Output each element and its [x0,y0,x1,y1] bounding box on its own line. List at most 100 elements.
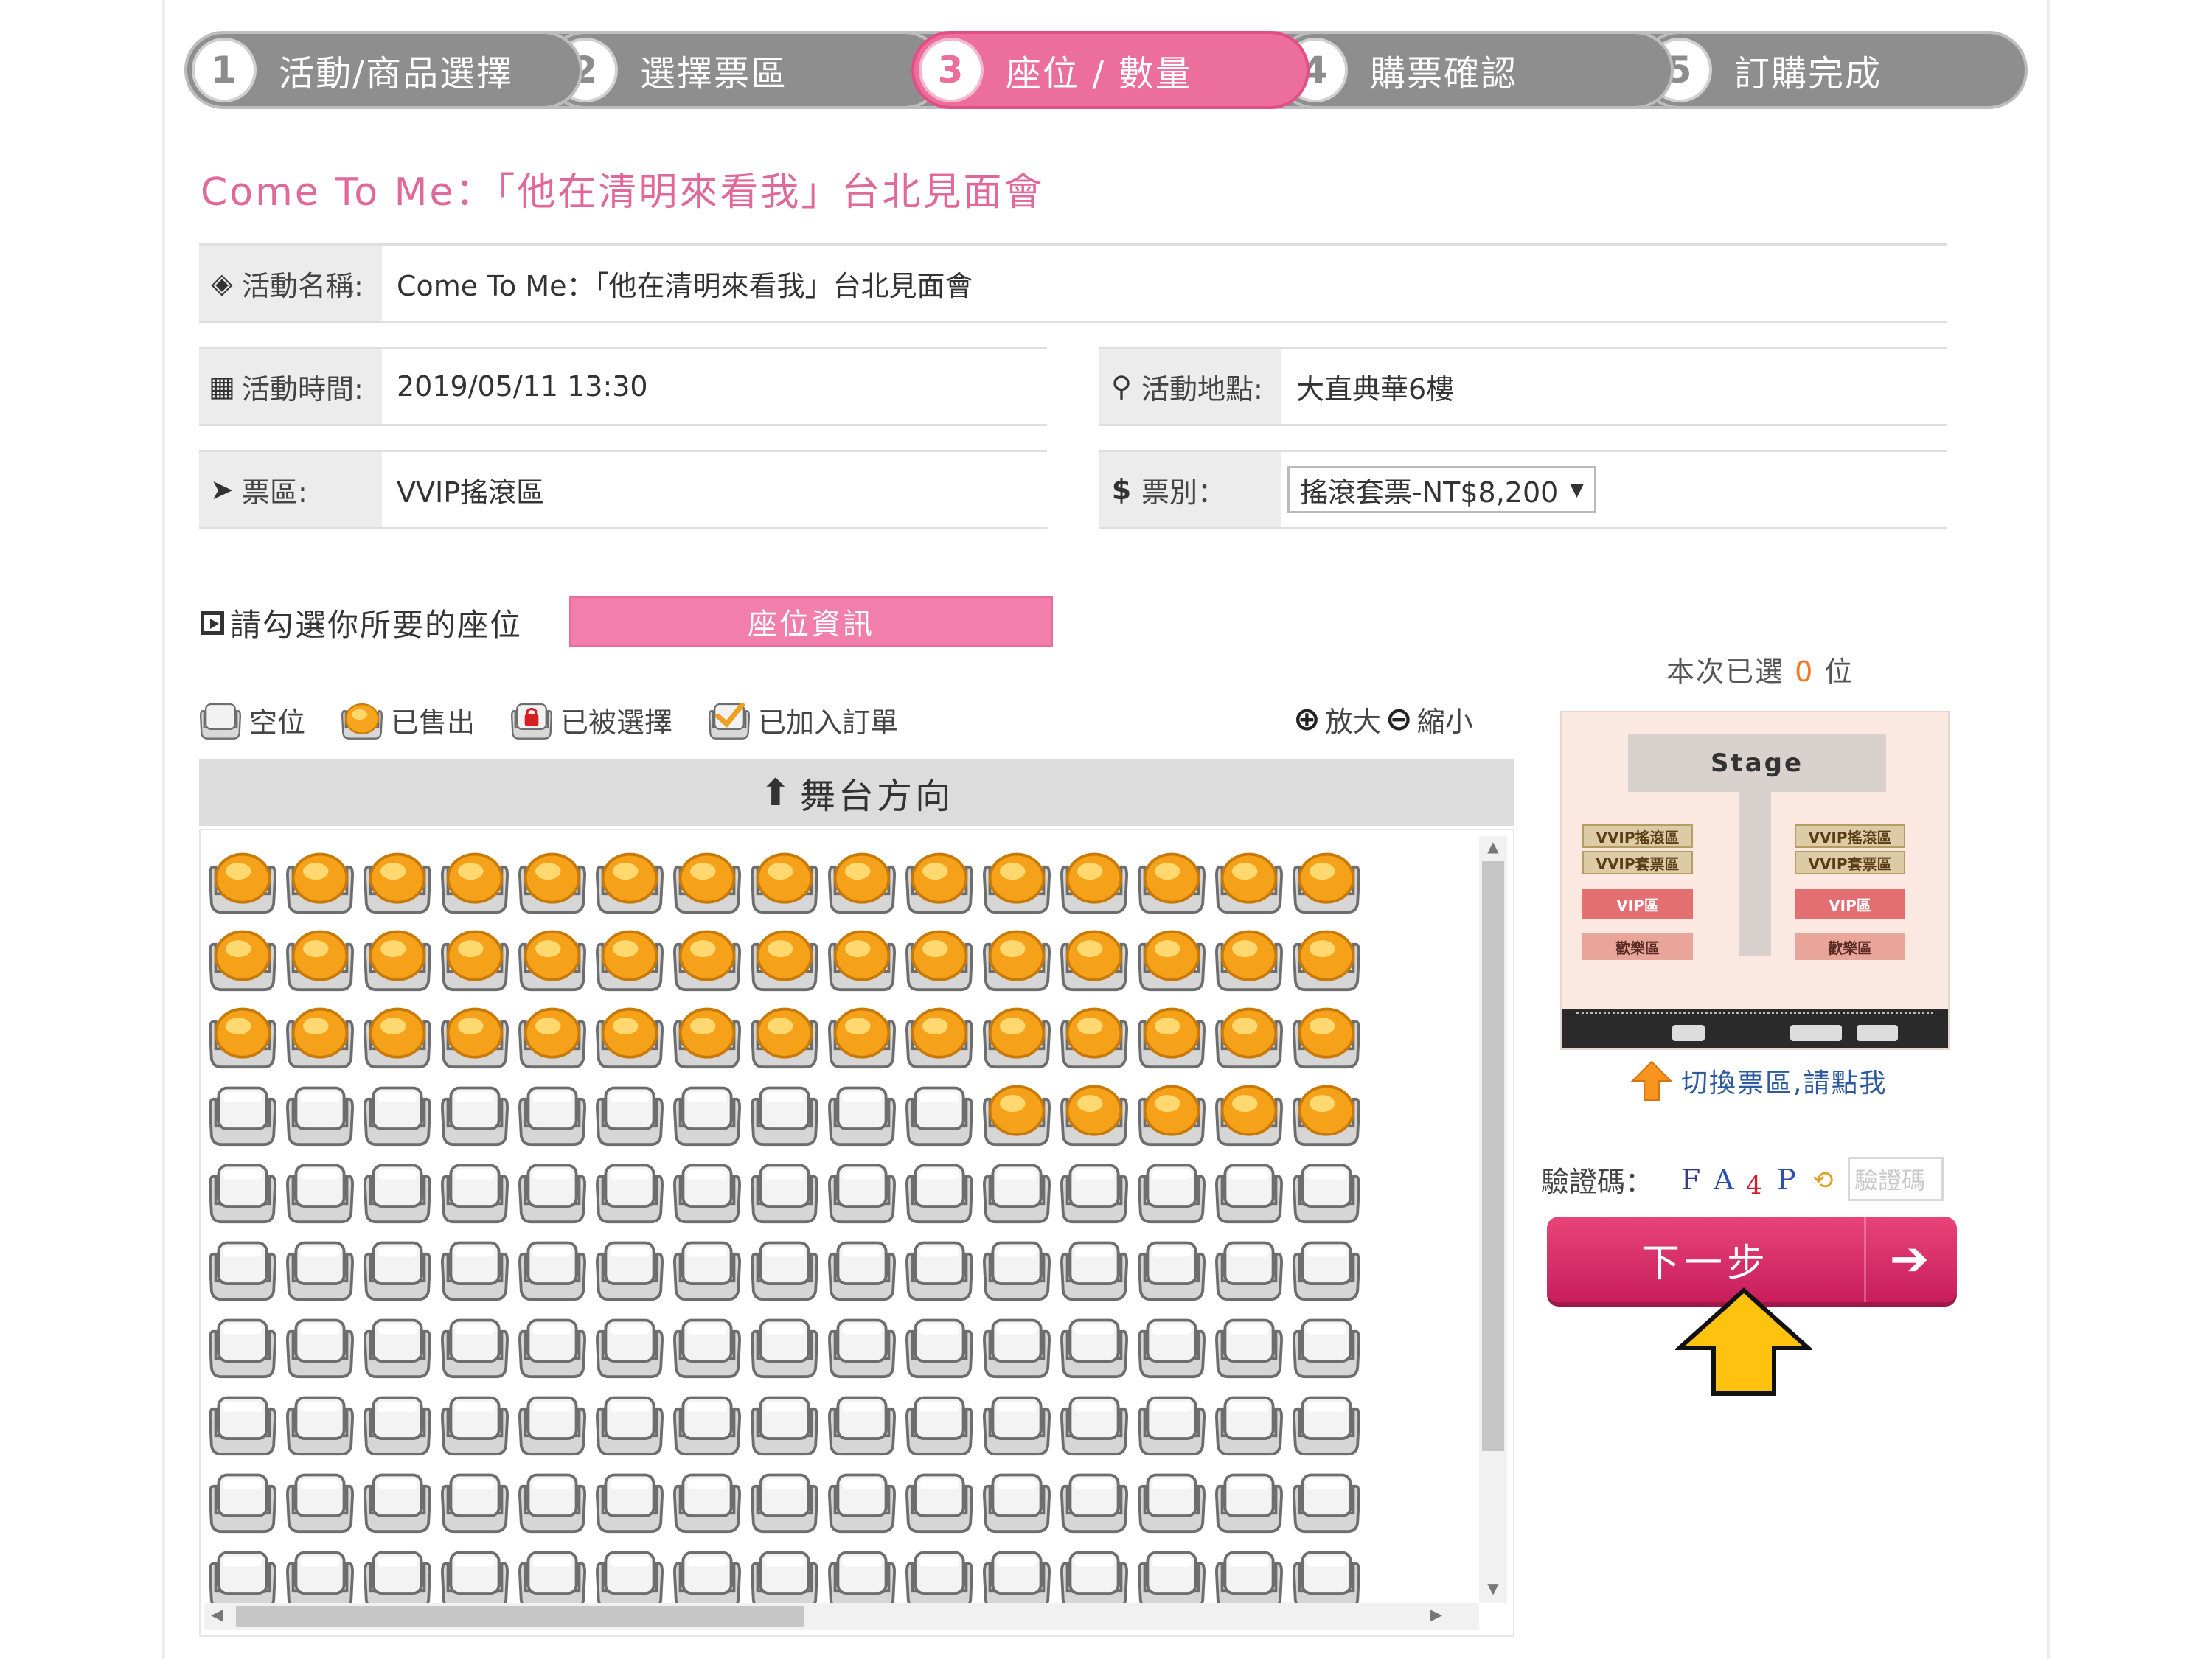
empty-seat[interactable] [591,1307,668,1384]
empty-seat[interactable] [358,1229,436,1307]
empty-seat[interactable] [823,1384,900,1461]
empty-seat[interactable] [204,1307,281,1384]
venue-map[interactable]: Stage VVIP搖滾區 VVIP套票區 VVIP搖滾區 VVIP套票區 VI… [1560,711,1950,1050]
empty-seat[interactable] [900,1074,978,1152]
empty-seat[interactable] [513,1152,591,1229]
empty-seat[interactable] [900,1307,978,1384]
empty-seat[interactable] [281,1384,358,1461]
zoom-out-button[interactable]: 縮小 [1417,699,1473,740]
empty-seat[interactable] [900,1384,978,1461]
empty-seat[interactable] [900,1229,978,1307]
empty-seat[interactable] [436,1229,513,1307]
empty-seat[interactable] [513,1461,591,1539]
zone-vvip-set-left[interactable]: VVIP套票區 [1582,851,1693,874]
zone-vvip-rock-right[interactable]: VVIP搖滾區 [1795,824,1905,848]
empty-seat[interactable] [1133,1307,1210,1384]
empty-seat[interactable] [358,1461,436,1539]
empty-seat[interactable] [436,1074,513,1152]
empty-seat[interactable] [668,1461,745,1539]
scroll-left-icon[interactable]: ◀ [211,1606,223,1624]
seat-info-button[interactable]: 座位資訊 [569,596,1053,647]
empty-seat[interactable] [823,1307,900,1384]
empty-seat[interactable] [1287,1461,1365,1539]
empty-seat[interactable] [745,1229,823,1307]
empty-seat[interactable] [591,1152,668,1229]
empty-seat[interactable] [1210,1229,1287,1307]
empty-seat[interactable] [281,1152,358,1229]
empty-seat[interactable] [1287,1307,1365,1384]
empty-seat[interactable] [358,1384,436,1461]
empty-seat[interactable] [978,1461,1055,1539]
empty-seat[interactable] [436,1307,513,1384]
switch-zone-link[interactable]: 切換票區,請點我 [1630,1059,1887,1103]
empty-seat[interactable] [591,1461,668,1539]
empty-seat[interactable] [978,1307,1055,1384]
empty-seat[interactable] [668,1229,745,1307]
zone-vvip-set-right[interactable]: VVIP套票區 [1795,851,1905,874]
empty-seat[interactable] [1055,1384,1133,1461]
empty-seat[interactable] [1133,1152,1210,1229]
empty-seat[interactable] [358,1307,436,1384]
empty-seat[interactable] [513,1074,591,1152]
empty-seat[interactable] [1055,1152,1133,1229]
empty-seat[interactable] [823,1074,900,1152]
empty-seat[interactable] [823,1229,900,1307]
empty-seat[interactable] [513,1384,591,1461]
empty-seat[interactable] [823,1152,900,1229]
empty-seat[interactable] [1210,1461,1287,1539]
refresh-icon[interactable]: ⟲ [1812,1166,1839,1195]
empty-seat[interactable] [1055,1461,1133,1539]
horizontal-scroll-thumb[interactable] [236,1606,804,1627]
empty-seat[interactable] [1133,1461,1210,1539]
vertical-scrollbar[interactable]: ▲ ▼ [1479,836,1507,1603]
scroll-down-icon[interactable]: ▼ [1479,1579,1507,1601]
empty-seat[interactable] [745,1307,823,1384]
zone-vip-left[interactable]: VIP區 [1582,889,1693,919]
empty-seat[interactable] [1055,1307,1133,1384]
empty-seat[interactable] [978,1229,1055,1307]
empty-seat[interactable] [668,1074,745,1152]
empty-seat[interactable] [436,1461,513,1539]
empty-seat[interactable] [591,1229,668,1307]
empty-seat[interactable] [1287,1152,1365,1229]
empty-seat[interactable] [668,1307,745,1384]
empty-seat[interactable] [513,1307,591,1384]
ticket-type-select[interactable]: 搖滾套票-NT$8,200 ▼ [1287,466,1596,513]
empty-seat[interactable] [745,1461,823,1539]
empty-seat[interactable] [900,1461,978,1539]
empty-seat[interactable] [358,1074,436,1152]
empty-seat[interactable] [668,1152,745,1229]
scroll-up-icon[interactable]: ▲ [1479,838,1507,860]
horizontal-scrollbar[interactable]: ◀ ▶ [204,1603,1479,1630]
empty-seat[interactable] [745,1152,823,1229]
empty-seat[interactable] [591,1074,668,1152]
zoom-in-icon[interactable]: ⊕ [1293,700,1321,738]
empty-seat[interactable] [1210,1152,1287,1229]
zoom-in-button[interactable]: 放大 [1325,699,1381,740]
empty-seat[interactable] [436,1384,513,1461]
empty-seat[interactable] [978,1152,1055,1229]
empty-seat[interactable] [900,1152,978,1229]
empty-seat[interactable] [204,1461,281,1539]
empty-seat[interactable] [204,1384,281,1461]
empty-seat[interactable] [745,1384,823,1461]
empty-seat[interactable] [591,1384,668,1461]
empty-seat[interactable] [745,1074,823,1152]
empty-seat[interactable] [1287,1384,1365,1461]
captcha-input[interactable]: 驗證碼 [1848,1157,1944,1201]
empty-seat[interactable] [823,1461,900,1539]
empty-seat[interactable] [513,1229,591,1307]
empty-seat[interactable] [1055,1229,1133,1307]
vertical-scroll-thumb[interactable] [1482,861,1504,1451]
empty-seat[interactable] [1210,1307,1287,1384]
empty-seat[interactable] [281,1461,358,1539]
empty-seat[interactable] [204,1152,281,1229]
empty-seat[interactable] [204,1074,281,1152]
empty-seat[interactable] [436,1152,513,1229]
zone-fun-left[interactable]: 歡樂區 [1582,933,1693,960]
empty-seat[interactable] [204,1229,281,1307]
empty-seat[interactable] [281,1229,358,1307]
zone-vvip-rock-left[interactable]: VVIP搖滾區 [1582,824,1693,848]
scroll-right-icon[interactable]: ▶ [1430,1606,1442,1624]
empty-seat[interactable] [1287,1229,1365,1307]
